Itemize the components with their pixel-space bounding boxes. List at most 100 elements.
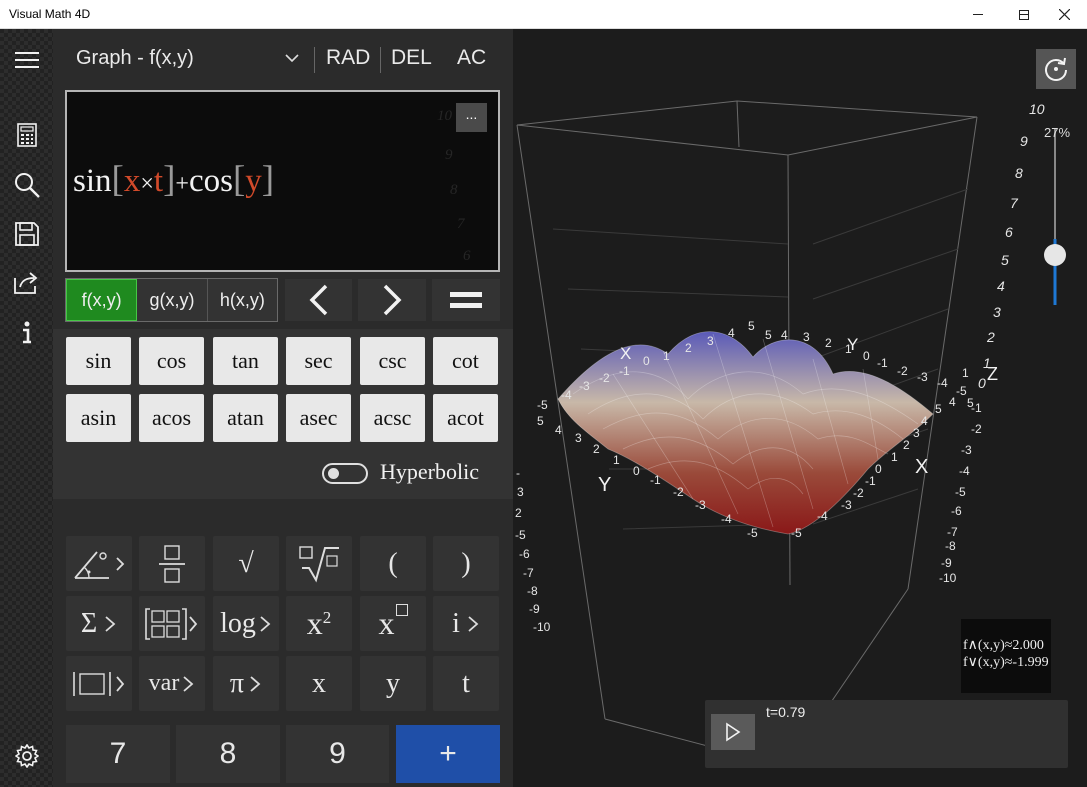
cursor-right-button[interactable]: [358, 279, 426, 321]
svg-text:-4: -4: [937, 376, 948, 390]
editor-more-button[interactable]: ...: [456, 103, 487, 132]
cos-button[interactable]: cos: [139, 337, 204, 385]
search-icon[interactable]: [9, 167, 44, 202]
close-button[interactable]: [1041, 0, 1087, 29]
nth-root-icon: [299, 545, 339, 583]
square-button[interactable]: x2: [286, 596, 352, 651]
minimize-button[interactable]: [955, 0, 1001, 29]
x-axis-label: X: [620, 344, 631, 363]
matrix-button[interactable]: [139, 596, 205, 651]
svg-text:-2: -2: [599, 371, 610, 385]
open-paren-button[interactable]: (: [360, 536, 426, 591]
zoom-slider-thumb: [1044, 244, 1066, 266]
cot-button[interactable]: cot: [433, 337, 498, 385]
svg-text:5: 5: [1001, 252, 1009, 268]
angle-icon: [74, 550, 125, 579]
pi-button[interactable]: π: [213, 656, 279, 711]
sqrt-button[interactable]: √: [213, 536, 279, 591]
extrema-readout: f∧(x,y)≈2.000 f∨(x,y)≈-1.999: [961, 619, 1051, 693]
sum-button[interactable]: Σ: [66, 596, 132, 651]
save-icon[interactable]: [9, 216, 44, 251]
csc-button[interactable]: csc: [360, 337, 425, 385]
var-label: var: [148, 670, 180, 696]
mode-selector-label[interactable]: Graph - f(x,y): [76, 47, 194, 70]
svg-text:-2: -2: [853, 486, 864, 500]
hamburger-menu-icon[interactable]: [9, 42, 44, 77]
fraction-button[interactable]: [139, 536, 205, 591]
sec-button[interactable]: sec: [286, 337, 351, 385]
minimize-icon: [973, 14, 983, 15]
fraction-icon: [159, 544, 185, 583]
svg-text:-1: -1: [877, 356, 888, 370]
svg-text:0: 0: [863, 349, 870, 363]
svg-text:-4: -4: [959, 464, 970, 478]
hyperbolic-toggle[interactable]: [322, 463, 368, 484]
chevron-right-icon: [183, 675, 194, 692]
svg-text:1: 1: [845, 342, 852, 356]
share-icon[interactable]: [9, 264, 44, 299]
delete-button[interactable]: DEL: [391, 46, 432, 70]
svg-text:-3: -3: [695, 498, 706, 512]
info-icon[interactable]: [9, 315, 44, 350]
close-paren-button[interactable]: ): [433, 536, 499, 591]
digit-9-button[interactable]: 9: [286, 725, 389, 783]
svg-text:-3: -3: [917, 370, 928, 384]
tab-g[interactable]: g(x,y): [137, 279, 208, 321]
x-variable-button[interactable]: x: [286, 656, 352, 711]
power-box-icon: [395, 603, 408, 616]
svg-text:-5: -5: [747, 526, 758, 540]
zoom-slider[interactable]: [1044, 129, 1066, 305]
equals-button[interactable]: [432, 279, 500, 321]
graph-3d-view[interactable]: X Y Y X Z -5 -4 -3 -2 -1 0 12345 5 4 3 2 1 0 -1 -2 -3…: [513, 29, 1087, 787]
tab-h[interactable]: h(x,y): [208, 279, 277, 321]
z-tick-labels: 10 9 8 7 6 5 4 3 2 1 0: [978, 101, 1045, 391]
zoom-percent: 27%: [1044, 125, 1071, 140]
angle-button[interactable]: [66, 536, 132, 591]
max-value: f∧(x,y)≈2.000: [963, 638, 1044, 653]
svg-text:0: 0: [633, 464, 640, 478]
acot-button[interactable]: acot: [433, 394, 498, 442]
digit-7-button[interactable]: 7: [66, 725, 170, 783]
svg-text:7: 7: [1010, 195, 1019, 211]
var-button[interactable]: var: [139, 656, 205, 711]
svg-text:-3: -3: [961, 443, 972, 457]
power-button[interactable]: x: [360, 596, 426, 651]
sin-button[interactable]: sin: [66, 337, 131, 385]
rad-button[interactable]: RAD: [326, 46, 370, 70]
settings-gear-icon[interactable]: [9, 738, 44, 773]
calculator-icon[interactable]: [9, 117, 44, 152]
svg-text:2: 2: [825, 336, 832, 350]
chevron-right-icon: [383, 284, 402, 316]
plus-button[interactable]: +: [396, 725, 500, 783]
play-button[interactable]: [711, 714, 755, 750]
log-button[interactable]: log: [213, 596, 279, 651]
atan-button[interactable]: atan: [213, 394, 278, 442]
svg-text:6: 6: [1005, 224, 1013, 240]
acos-button[interactable]: acos: [139, 394, 204, 442]
t-variable-button[interactable]: t: [433, 656, 499, 711]
svg-text:2: 2: [903, 438, 910, 452]
asec-button[interactable]: asec: [286, 394, 351, 442]
expression-editor[interactable]: 10 9 8 7 6 ... sin[x×t]+cos[y]: [65, 90, 500, 272]
acsc-button[interactable]: acsc: [360, 394, 425, 442]
chevron-right-icon: [105, 615, 116, 632]
tan-button[interactable]: tan: [213, 337, 278, 385]
asin-button[interactable]: asin: [66, 394, 131, 442]
reset-view-button[interactable]: [1036, 49, 1076, 89]
i-label: i: [452, 607, 460, 639]
nth-root-button[interactable]: [286, 536, 352, 591]
svg-text:5: 5: [765, 328, 772, 342]
digit-8-button[interactable]: 8: [176, 725, 280, 783]
tab-f[interactable]: f(x,y): [66, 279, 138, 321]
function-name: cos: [188, 163, 233, 199]
cursor-left-button[interactable]: [285, 279, 352, 321]
svg-text:0: 0: [978, 375, 986, 391]
abs-button[interactable]: [66, 656, 132, 711]
svg-text:-5: -5: [955, 485, 966, 499]
chevron-down-icon[interactable]: [283, 49, 301, 67]
all-clear-button[interactable]: AC: [457, 46, 486, 70]
svg-text:3: 3: [993, 304, 1001, 320]
complex-i-button[interactable]: i: [433, 596, 499, 651]
operator: +: [175, 171, 189, 197]
y-variable-button[interactable]: y: [360, 656, 426, 711]
